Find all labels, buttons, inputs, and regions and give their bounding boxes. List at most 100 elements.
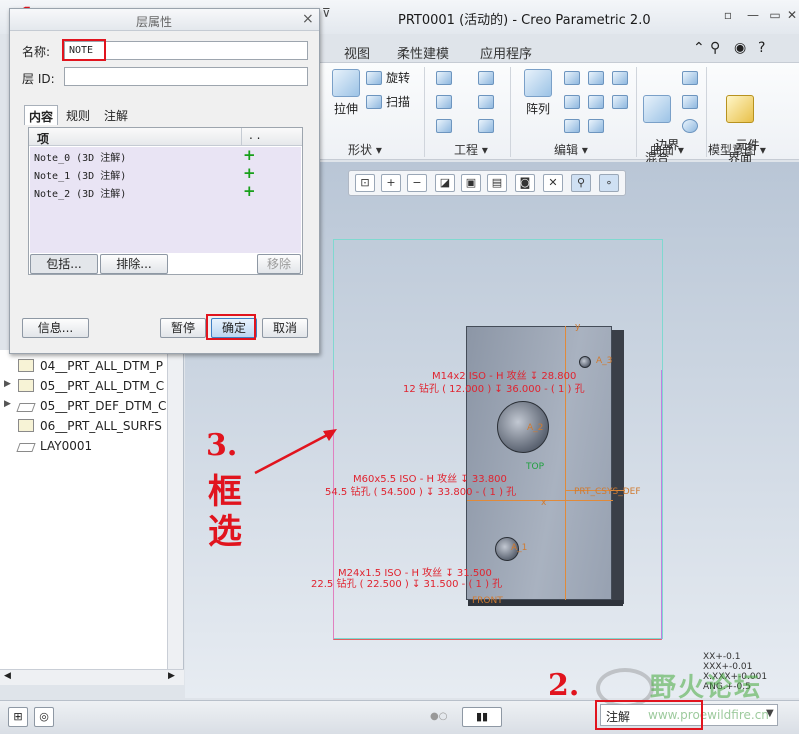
tab-view[interactable]: 视图 [344, 43, 370, 62]
sweep-icon[interactable] [366, 95, 382, 109]
tree-vertical-scrollbar[interactable] [167, 350, 183, 669]
tree-item[interactable]: 06__PRT_ALL_SURFS [18, 419, 162, 433]
extend-icon[interactable] [588, 71, 604, 85]
layer-id-input[interactable] [64, 67, 308, 86]
step-2-marker: 2. [548, 668, 580, 703]
layer-icon [18, 379, 34, 392]
datum-label: x [541, 498, 547, 508]
maximize-button[interactable]: ▭ [766, 8, 784, 24]
revolve-button[interactable]: 旋转 [386, 69, 410, 86]
zoom-out-icon[interactable]: − [407, 174, 427, 192]
tree-horizontal-scrollbar[interactable]: ◀ ▶ [0, 669, 184, 685]
layer-icon [18, 419, 34, 432]
revolve-icon[interactable] [366, 71, 382, 85]
datum-label: TOP [526, 462, 545, 472]
hole-icon[interactable] [436, 71, 452, 85]
list-item-label: Note_1 (3D 注解) [34, 171, 127, 182]
intersect-icon[interactable] [588, 119, 604, 133]
thicken-icon[interactable] [612, 95, 628, 109]
remove-button[interactable]: 移除 [257, 254, 301, 274]
community-icon[interactable]: ◉ [734, 40, 746, 56]
freestyle-icon[interactable] [682, 119, 698, 133]
scroll-right-icon[interactable]: ▶ [168, 671, 175, 681]
tab-flexible-modeling[interactable]: 柔性建模 [397, 43, 449, 62]
browser-toggle-icon[interactable]: ◎ [34, 707, 54, 727]
offset-icon[interactable] [588, 95, 604, 109]
group-engineering[interactable]: 工程 ▾ [454, 141, 488, 158]
layer-icon [18, 359, 34, 372]
help-circle-icon[interactable]: ? [758, 40, 765, 56]
spin-center-icon[interactable]: ∘ [599, 174, 619, 192]
find-icon[interactable]: ▮▮ [462, 707, 502, 727]
tab-applications[interactable]: 应用程序 [480, 43, 532, 62]
datum-display-icon[interactable]: ✕ [543, 174, 563, 192]
shell-icon[interactable] [478, 95, 494, 109]
rib-icon[interactable] [478, 119, 494, 133]
tab-rules[interactable]: 规则 [62, 105, 94, 125]
tree-item[interactable]: ▶ 05__PRT_ALL_DTM_C [4, 379, 164, 393]
chamfer-icon[interactable] [436, 95, 452, 109]
layer-properties-dialog: 层属性 × 名称: 层 ID: 内容 规则 注解 项 . . Note_0 (3… [9, 8, 320, 354]
mirror-icon[interactable] [564, 71, 580, 85]
ribbon-panel: 拉伸 旋转 扫描 阵列 边界 混合 元件 界面 形状 ▾ 工程 ▾ 编辑 ▾ 曲… [320, 62, 799, 165]
tree-item[interactable]: 04__PRT_ALL_DTM_P [18, 359, 163, 373]
pattern-button[interactable]: 阵列 [520, 69, 556, 117]
tab-notes[interactable]: 注解 [100, 105, 132, 125]
zoom-in-icon[interactable]: + [381, 174, 401, 192]
column-header-item[interactable]: 项 [37, 130, 49, 147]
annotation-note[interactable]: 22.5 钻孔 ( 22.500 ) ↧ 31.500 - ( 1 ) 孔 [311, 575, 502, 590]
axis-label: A_3 [596, 356, 613, 366]
list-item-label: Note_2 (3D 注解) [34, 189, 127, 200]
minimize-button[interactable]: — [744, 8, 762, 24]
cancel-button[interactable]: 取消 [262, 318, 308, 338]
scroll-left-icon[interactable]: ◀ [4, 671, 11, 681]
group-model-intent[interactable]: 模型意图 ▾ [708, 141, 766, 158]
search-icon[interactable]: ⚲ [710, 40, 720, 56]
extrude-button[interactable]: 拉伸 [326, 69, 366, 117]
column-header-status[interactable]: . . [249, 128, 260, 142]
tree-item[interactable]: ▶ 05__PRT_DEF_DTM_C [4, 399, 166, 413]
part-side-face [611, 330, 624, 604]
info-button[interactable]: 信息... [22, 318, 89, 338]
hole-small[interactable] [579, 356, 591, 368]
round-icon[interactable] [478, 71, 494, 85]
sweep-button[interactable]: 扫描 [386, 93, 410, 110]
tab-content[interactable]: 内容 [24, 105, 59, 125]
trim-icon[interactable] [564, 95, 580, 109]
model-tree-toggle-icon[interactable]: ⊞ [8, 707, 28, 727]
expand-arrow-icon[interactable]: ▶ [4, 379, 11, 389]
include-button[interactable]: 包括... [30, 254, 98, 274]
quick-access-dropdown-icon[interactable]: ⊽ [322, 6, 331, 20]
close-button[interactable]: ✕ [783, 8, 799, 24]
view-manager-icon[interactable]: ▤ [487, 174, 507, 192]
group-surfaces[interactable]: 曲面 ▾ [650, 141, 684, 158]
group-shape[interactable]: 形状 ▾ [348, 141, 382, 158]
pause-button[interactable]: 暂停 [160, 318, 206, 338]
draft-icon[interactable] [436, 119, 452, 133]
extrude-icon [332, 69, 360, 97]
annotation-display-icon[interactable]: ⚲ [571, 174, 591, 192]
project-icon[interactable] [612, 71, 628, 85]
chevron-down-icon[interactable]: ▼ [766, 708, 774, 719]
boundary-blend-icon [643, 95, 671, 123]
refit-icon[interactable]: ⊡ [355, 174, 375, 192]
model-tree: 04__PRT_ALL_DTM_P ▶ 05__PRT_ALL_DTM_C ▶ … [0, 350, 184, 685]
annotation-note[interactable]: 54.5 钻孔 ( 54.500 ) ↧ 33.800 - ( 1 ) 孔 [325, 483, 516, 498]
graphics-toolbar: ⊡ + − ◪ ▣ ▤ ◙ ✕ ⚲ ∘ [348, 170, 626, 196]
saved-orientations-icon[interactable]: ▣ [461, 174, 481, 192]
help-icon[interactable]: ▫ [719, 8, 737, 24]
display-style-icon[interactable]: ◙ [515, 174, 535, 192]
close-icon[interactable]: × [302, 11, 314, 27]
style-icon[interactable] [682, 95, 698, 109]
tree-item[interactable]: LAY0001 [16, 439, 92, 453]
expand-arrow-icon[interactable]: ▶ [4, 399, 11, 409]
fill-icon[interactable] [682, 71, 698, 85]
repaint-icon[interactable]: ◪ [435, 174, 455, 192]
minimize-ribbon-icon[interactable]: ⌃ [693, 40, 705, 56]
annotation-note[interactable]: 12 钻孔 ( 12.000 ) ↧ 36.000 - ( 1 ) 孔 [403, 380, 585, 395]
merge-icon[interactable] [564, 119, 580, 133]
datum-label: FRONT [472, 596, 503, 606]
step-3-text: 框 选 [208, 472, 242, 552]
group-editing[interactable]: 编辑 ▾ [554, 141, 588, 158]
exclude-button[interactable]: 排除... [100, 254, 168, 274]
